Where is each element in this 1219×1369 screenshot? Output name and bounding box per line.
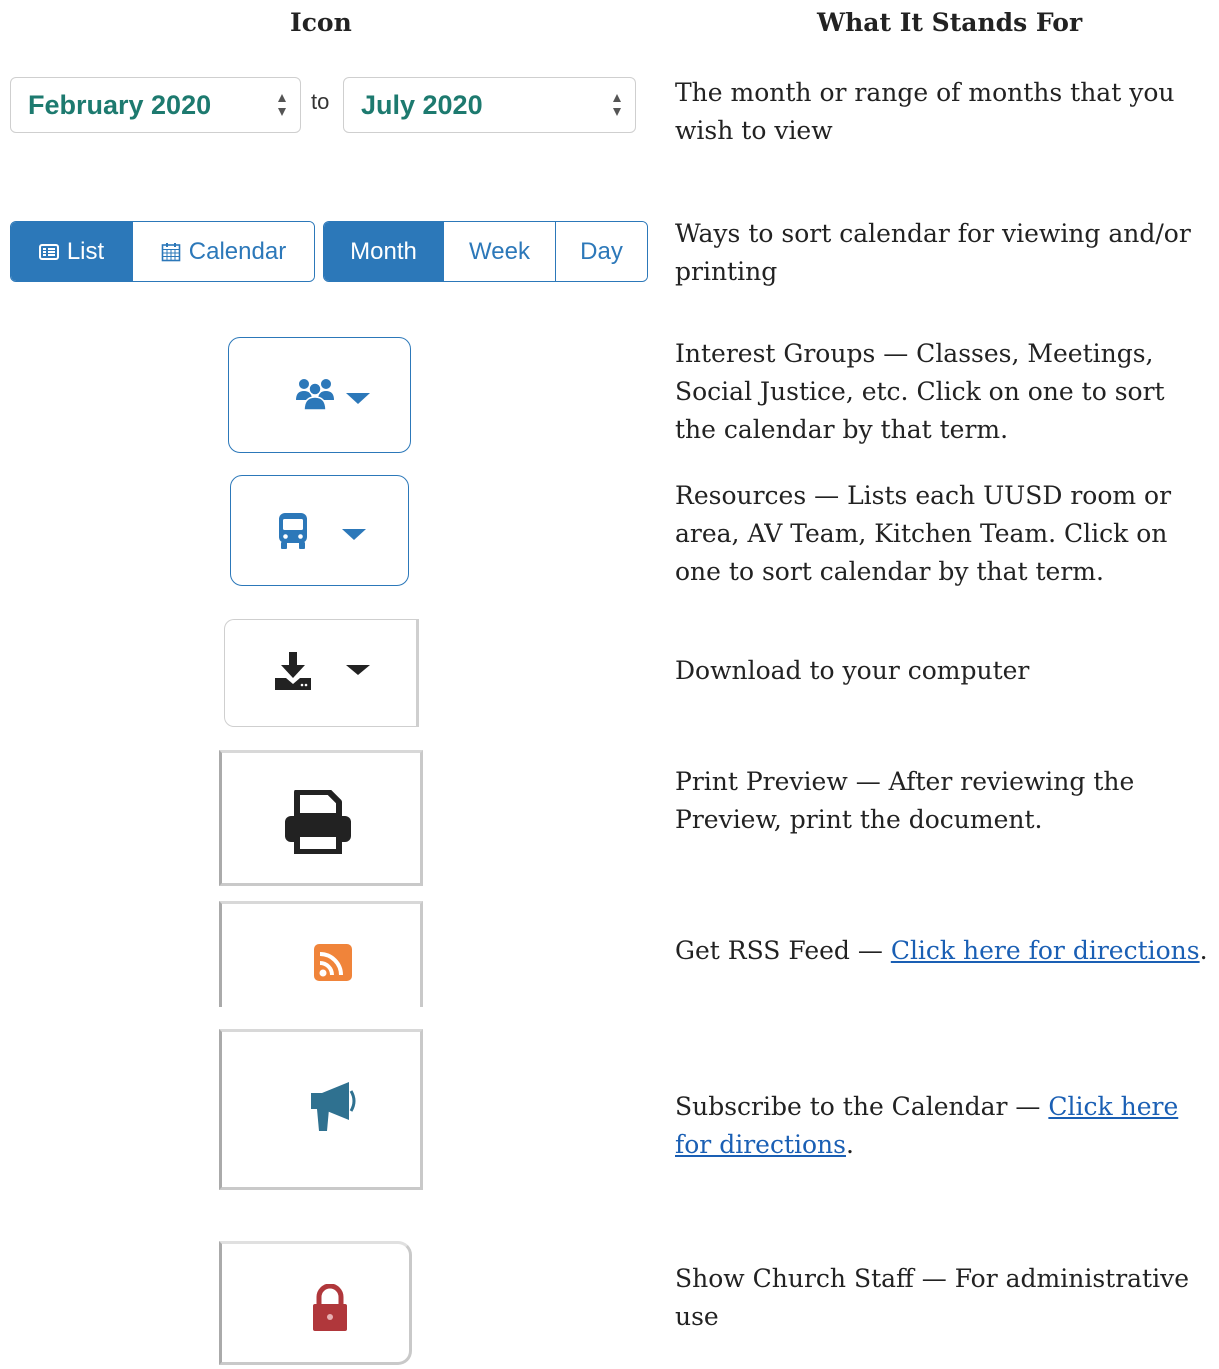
calendar-view-button[interactable]: Calendar xyxy=(132,222,314,281)
download-button[interactable] xyxy=(224,619,419,727)
row-description: Ways to sort calendar for viewing and/or… xyxy=(675,219,1191,286)
users-icon xyxy=(296,379,334,411)
calendar-view-label: Calendar xyxy=(188,237,287,265)
rss-directions-link[interactable]: Click here for directions xyxy=(891,936,1200,965)
day-button[interactable]: Day xyxy=(555,222,647,281)
calendar-icon xyxy=(161,242,181,261)
list-view-button[interactable]: List xyxy=(11,222,132,281)
interest-groups-button[interactable] xyxy=(228,337,411,453)
to-month-value: July 2020 xyxy=(361,90,483,120)
range-to-label: to xyxy=(311,89,330,114)
download-icon xyxy=(275,652,311,690)
rss-icon xyxy=(314,944,352,981)
select-arrows-icon xyxy=(613,94,621,116)
print-icon xyxy=(285,790,351,854)
rss-label: Get RSS Feed — xyxy=(675,936,891,965)
month-button[interactable]: Month xyxy=(324,222,443,281)
view-mode-group: List Calendar xyxy=(10,221,315,282)
list-view-label: List xyxy=(66,237,105,265)
lock-icon xyxy=(313,1284,347,1331)
month-button-label: Month xyxy=(350,237,417,265)
row-description: Download to your computer xyxy=(675,656,1030,685)
bus-icon xyxy=(279,513,307,549)
subscribe-button[interactable] xyxy=(219,1029,423,1190)
period-group: Month Week Day xyxy=(323,221,648,282)
icon-column-header: Icon xyxy=(290,8,352,37)
megaphone-icon xyxy=(311,1082,356,1131)
chevron-down-icon xyxy=(342,529,366,540)
subscribe-period: . xyxy=(845,1130,854,1159)
list-icon xyxy=(38,243,59,260)
from-month-select[interactable]: February 2020 xyxy=(10,77,301,133)
to-month-select[interactable]: July 2020 xyxy=(343,77,636,133)
subscribe-label: Subscribe to the Calendar — xyxy=(675,1092,1049,1121)
week-button[interactable]: Week xyxy=(443,222,555,281)
row-description: The month or range of months that you wi… xyxy=(675,78,1175,145)
from-month-value: February 2020 xyxy=(28,90,212,120)
print-preview-button[interactable] xyxy=(219,750,423,886)
select-arrows-icon xyxy=(278,94,286,116)
chevron-down-icon xyxy=(346,665,370,675)
resources-button[interactable] xyxy=(230,475,409,586)
row-description: Subscribe to the Calendar — Click here f… xyxy=(675,1088,1195,1164)
row-description: Print Preview — After reviewing the Prev… xyxy=(675,767,1135,834)
show-church-staff-button[interactable] xyxy=(219,1241,412,1365)
row-description: Show Church Staff — For administrative u… xyxy=(675,1264,1190,1331)
row-description: Resources — Lists each UUSD room or area… xyxy=(675,481,1172,586)
rss-feed-button[interactable] xyxy=(219,901,423,1007)
day-button-label: Day xyxy=(580,237,623,265)
chevron-down-icon xyxy=(346,393,370,404)
row-description: Interest Groups — Classes, Meetings, Soc… xyxy=(675,339,1165,444)
row-description: Get RSS Feed — Click here for directions… xyxy=(675,932,1219,970)
week-button-label: Week xyxy=(469,237,530,265)
rss-period: . xyxy=(1199,936,1208,965)
description-column-header: What It Stands For xyxy=(817,8,1083,37)
